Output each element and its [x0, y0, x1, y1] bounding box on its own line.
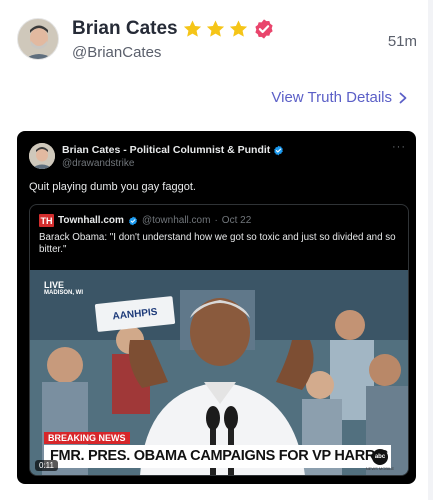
- verified-badge-icon: [255, 19, 273, 39]
- embed-author-avatar: [29, 143, 55, 169]
- blue-check-icon: [274, 145, 284, 155]
- quoted-author-handle: @townhall.com: [141, 215, 211, 226]
- video-duration: 0:11: [35, 460, 58, 471]
- quoted-separator: ·: [214, 215, 218, 226]
- embed-author-name-text: Brian Cates - Political Columnist & Pund…: [62, 144, 271, 156]
- abc-logo-icon: abc: [372, 449, 388, 465]
- scrollbar[interactable]: [428, 0, 433, 500]
- star-icon: [229, 20, 248, 37]
- news-ticker: FMR. PRES. OBAMA CAMPAIGNS FOR VP HARRIS: [44, 445, 391, 468]
- quoted-post: TH Townhall.com @townhall.com · Oct 22 B…: [29, 204, 409, 476]
- embed-author-name: Brian Cates - Political Columnist & Pund…: [62, 144, 284, 156]
- embed-author-handle: @drawandstrike: [62, 158, 135, 169]
- townhall-logo-icon: TH: [39, 214, 54, 227]
- location-label: MADISON, WI: [44, 290, 83, 296]
- post-header: Brian Cates @BrianCates 51m: [17, 18, 417, 66]
- post-timestamp[interactable]: 51m: [388, 33, 417, 50]
- embedded-post-image[interactable]: Brian Cates - Political Columnist & Pund…: [17, 131, 416, 484]
- author-name[interactable]: Brian Cates: [72, 18, 178, 40]
- live-label: LIVE: [44, 280, 65, 290]
- star-icon: [183, 20, 202, 37]
- chevron-right-icon: [399, 92, 407, 103]
- blue-check-icon: [129, 216, 137, 225]
- breaking-news-label: BREAKING NEWS: [44, 432, 130, 444]
- view-truth-details-label: View Truth Details: [271, 89, 392, 106]
- video-frame: LIVE MADISON, WI AANHPIS BREAKING NEWS F…: [30, 270, 408, 475]
- star-icon: [206, 20, 225, 37]
- more-icon: ···: [392, 141, 406, 153]
- quoted-post-header: TH Townhall.com @townhall.com · Oct 22: [39, 214, 251, 227]
- network-sub-label: NEWS MOBILE: [365, 466, 394, 471]
- rating-stars: [182, 19, 249, 39]
- quoted-author-name: Townhall.com: [58, 215, 124, 226]
- author-handle[interactable]: @BrianCates: [72, 44, 161, 61]
- quoted-post-text: Barack Obama: "I don't understand how we…: [39, 232, 396, 255]
- quoted-date: Oct 22: [221, 215, 252, 226]
- embed-post-text: Quit playing dumb you gay faggot.: [29, 181, 196, 193]
- author-avatar[interactable]: [17, 18, 59, 60]
- view-truth-details-link[interactable]: View Truth Details: [271, 89, 408, 106]
